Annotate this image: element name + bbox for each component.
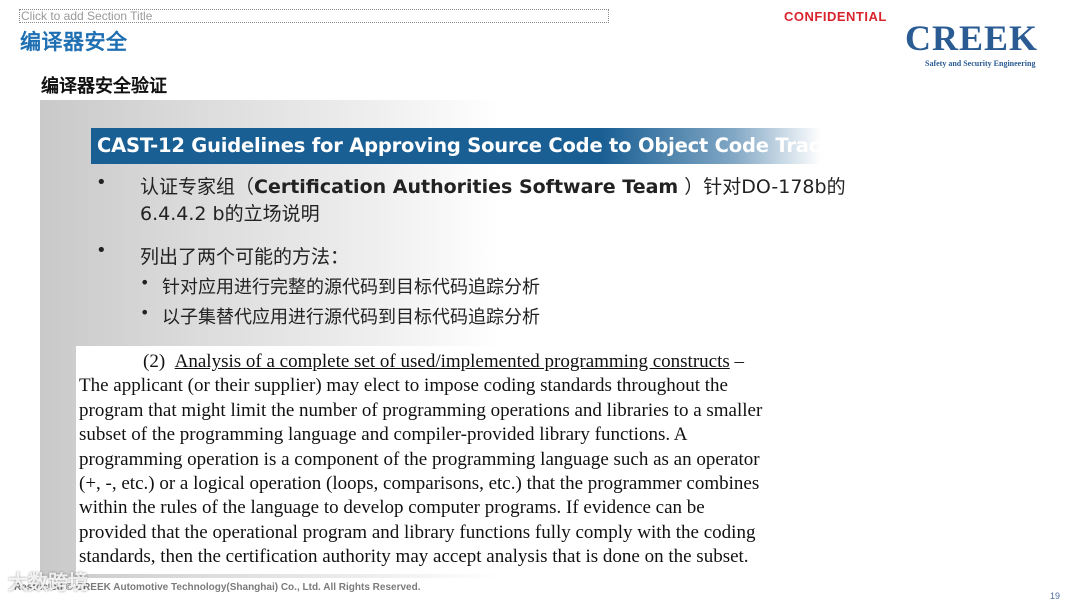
bullet-text-line2: 6.4.4.2 b的立场说明	[140, 203, 320, 225]
quote-underlined-title: Analysis of a complete set of used/imple…	[174, 351, 730, 372]
watermark-logo: 大数跨境	[8, 570, 88, 594]
cast-12-quote-excerpt: (2) Analysis of a complete set of used/i…	[76, 346, 856, 574]
quote-line: program that might limit the number of p…	[79, 399, 763, 421]
quote-text: (2) Analysis of a complete set of used/i…	[79, 350, 849, 570]
quote-first-line: (2) Analysis of a complete set of used/i…	[79, 350, 849, 374]
slide-heading: 编译器安全验证	[41, 76, 167, 97]
creek-logo: CREEK	[905, 18, 1039, 58]
cast-12-banner: CAST-12 Guidelines for Approving Source …	[91, 128, 821, 164]
sub-bullet-icon: •	[140, 303, 150, 322]
sub-bullet-icon: •	[140, 273, 150, 292]
page-number: 19	[1050, 591, 1061, 601]
bullet-text-suffix: ）针对DO-178b的	[678, 176, 846, 198]
section-title-placeholder[interactable]: Click to add Section Title	[19, 9, 609, 23]
quote-line: subset of the programming language and c…	[79, 424, 688, 446]
bullet-icon: •	[96, 240, 107, 261]
quote-line: programming operation is a component of …	[79, 448, 760, 470]
bullet-text-bold: Certification Authorities Software Team	[254, 176, 679, 198]
quote-dash: –	[729, 351, 745, 372]
bullet-text: 列出了两个可能的方法：	[140, 246, 350, 268]
bullet-text-prefix: 认证专家组（	[140, 176, 255, 198]
bullet-icon: •	[96, 172, 107, 193]
sub-bullet-text: 针对应用进行完整的源代码到目标代码追踪分析	[162, 277, 540, 298]
quote-line: within the rules of the language to deve…	[79, 497, 705, 519]
quote-line: provided that the operational program an…	[79, 521, 756, 543]
quote-line: The applicant (or their supplier) may el…	[79, 375, 728, 397]
confidential-label: CONFIDENTIAL	[784, 9, 887, 24]
bullet-text: 认证专家组（Certification Authorities Software…	[140, 174, 860, 228]
creek-logo-tagline: Safety and Security Engineering	[925, 59, 1036, 68]
section-title: 编译器安全	[20, 30, 128, 54]
quote-line: standards, then the certification author…	[79, 546, 749, 568]
quote-line: (+, -, etc.) or a logical operation (loo…	[79, 473, 760, 495]
sub-bullet-text: 以子集替代应用进行源代码到目标代码追踪分析	[162, 307, 540, 328]
cast-12-banner-text: CAST-12 Guidelines for Approving Source …	[97, 134, 821, 157]
quote-number: (2)	[143, 351, 166, 372]
